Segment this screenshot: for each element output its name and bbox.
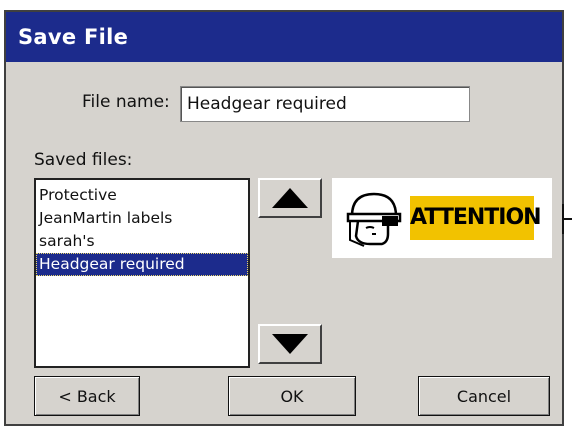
dialog-title: Save File: [6, 12, 562, 62]
saved-files-list[interactable]: Protective JeanMartin labels sarah's Hea…: [34, 178, 250, 368]
list-item[interactable]: Protective: [36, 184, 248, 207]
scroll-down-button[interactable]: [258, 324, 322, 364]
file-name-label: File name:: [82, 92, 170, 112]
list-item[interactable]: JeanMartin labels: [36, 207, 248, 230]
attention-banner: ATTENTION: [410, 196, 542, 240]
list-item-selected[interactable]: Headgear required: [36, 253, 248, 276]
triangle-down-icon: [272, 334, 308, 354]
ok-button[interactable]: OK: [228, 376, 356, 416]
cancel-button[interactable]: Cancel: [418, 376, 550, 416]
save-file-dialog: Save File File name: Saved files: Protec…: [4, 10, 572, 426]
label-preview: ATTENTION: [332, 178, 552, 258]
preview-edge-marker-tick: [562, 218, 572, 220]
scroll-up-button[interactable]: [258, 178, 322, 218]
file-name-input[interactable]: [180, 86, 470, 122]
triangle-up-icon: [272, 188, 308, 208]
list-item[interactable]: sarah's: [36, 230, 248, 253]
back-button[interactable]: < Back: [34, 376, 140, 416]
hardhat-faceshield-icon: [346, 192, 402, 247]
saved-files-label: Saved files:: [34, 150, 133, 170]
